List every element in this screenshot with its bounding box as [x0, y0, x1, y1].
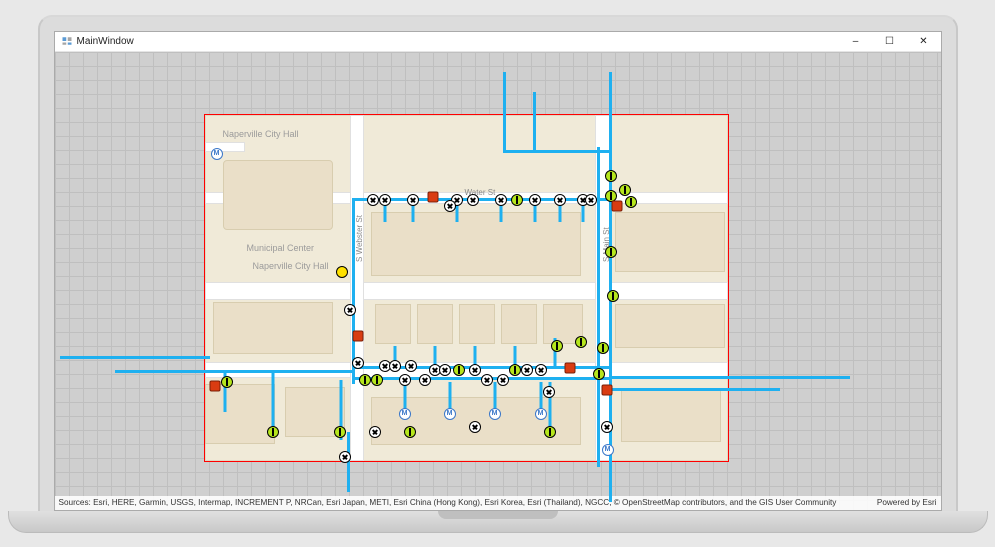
pipe [610, 388, 780, 391]
window-title: MainWindow [77, 36, 134, 47]
network-m-icon[interactable]: M [535, 408, 547, 420]
laptop-notch [438, 511, 558, 519]
network-m-icon[interactable]: M [211, 148, 223, 160]
network-m-icon[interactable]: M [489, 408, 501, 420]
network-valve[interactable] [495, 194, 507, 206]
network-hydrant[interactable] [564, 362, 575, 373]
network-m-icon[interactable]: M [444, 408, 456, 420]
network-valve[interactable] [407, 194, 419, 206]
network-meter[interactable] [221, 376, 233, 388]
network-valve[interactable] [529, 194, 541, 206]
network-meter[interactable] [605, 246, 617, 258]
network-meter[interactable] [334, 426, 346, 438]
network-meter[interactable] [605, 170, 617, 182]
network-valve[interactable] [521, 364, 533, 376]
app-icon [61, 35, 73, 47]
pipe [610, 376, 850, 379]
network-valve[interactable] [367, 194, 379, 206]
network-m-icon[interactable]: M [602, 444, 614, 456]
network-hydrant[interactable] [601, 384, 612, 395]
network-meter[interactable] [509, 364, 521, 376]
network-valve[interactable] [439, 364, 451, 376]
network-valve[interactable] [497, 374, 509, 386]
network-meter[interactable] [404, 426, 416, 438]
network-meter[interactable] [551, 340, 563, 352]
pipe [352, 198, 355, 384]
pipe [533, 92, 536, 152]
network-valve[interactable] [399, 374, 411, 386]
network-meter[interactable] [607, 290, 619, 302]
service-tap [271, 372, 274, 432]
minimize-button[interactable]: – [839, 32, 873, 51]
network-valve[interactable] [379, 194, 391, 206]
network-hydrant[interactable] [427, 191, 438, 202]
network-meter[interactable] [544, 426, 556, 438]
network-meter[interactable] [267, 426, 279, 438]
network-valve[interactable] [344, 304, 356, 316]
pipe [597, 147, 600, 467]
network-valve[interactable] [469, 364, 481, 376]
pipe [355, 198, 615, 201]
network-valve[interactable] [339, 451, 351, 463]
network-valve[interactable] [601, 421, 613, 433]
laptop-frame: MainWindow – ☐ ✕ [38, 15, 958, 511]
network-meter[interactable] [625, 196, 637, 208]
network-meter[interactable] [593, 368, 605, 380]
network-station[interactable] [336, 266, 348, 278]
network-meter[interactable] [619, 184, 631, 196]
network-meter[interactable] [453, 364, 465, 376]
pipe [115, 370, 355, 373]
close-button[interactable]: ✕ [907, 32, 941, 51]
laptop-base [8, 511, 988, 533]
extent-indicator [204, 114, 729, 462]
attribution-sources: Sources: Esri, HERE, Garmin, USGS, Inter… [59, 498, 837, 507]
network-meter[interactable] [371, 374, 383, 386]
window: MainWindow – ☐ ✕ [54, 31, 942, 511]
network-valve[interactable] [352, 357, 364, 369]
network-meter[interactable] [511, 194, 523, 206]
maximize-button[interactable]: ☐ [873, 32, 907, 51]
network-hydrant[interactable] [611, 200, 622, 211]
pipe [503, 150, 611, 153]
pipe [503, 72, 506, 152]
network-valve[interactable] [535, 364, 547, 376]
network-valve[interactable] [389, 360, 401, 372]
network-valve[interactable] [469, 421, 481, 433]
network-valve[interactable] [467, 194, 479, 206]
network-valve[interactable] [369, 426, 381, 438]
network-meter[interactable] [597, 342, 609, 354]
titlebar: MainWindow – ☐ ✕ [55, 32, 941, 52]
map-viewport[interactable]: Naperville City Hall Municipal Center Na… [55, 52, 941, 510]
pipe [60, 356, 210, 359]
network-valve[interactable] [405, 360, 417, 372]
network-m-icon[interactable]: M [399, 408, 411, 420]
attribution-bar: Sources: Esri, HERE, Garmin, USGS, Inter… [55, 496, 941, 510]
pipe [609, 72, 612, 502]
network-meter[interactable] [359, 374, 371, 386]
network-hydrant[interactable] [209, 380, 220, 391]
network-valve[interactable] [444, 200, 456, 212]
network-valve[interactable] [543, 386, 555, 398]
network-hydrant[interactable] [352, 330, 363, 341]
network-meter[interactable] [575, 336, 587, 348]
attribution-powered: Powered by Esri [877, 498, 937, 507]
network-valve[interactable] [481, 374, 493, 386]
network-valve[interactable] [419, 374, 431, 386]
network-valve[interactable] [585, 194, 597, 206]
network-valve[interactable] [554, 194, 566, 206]
